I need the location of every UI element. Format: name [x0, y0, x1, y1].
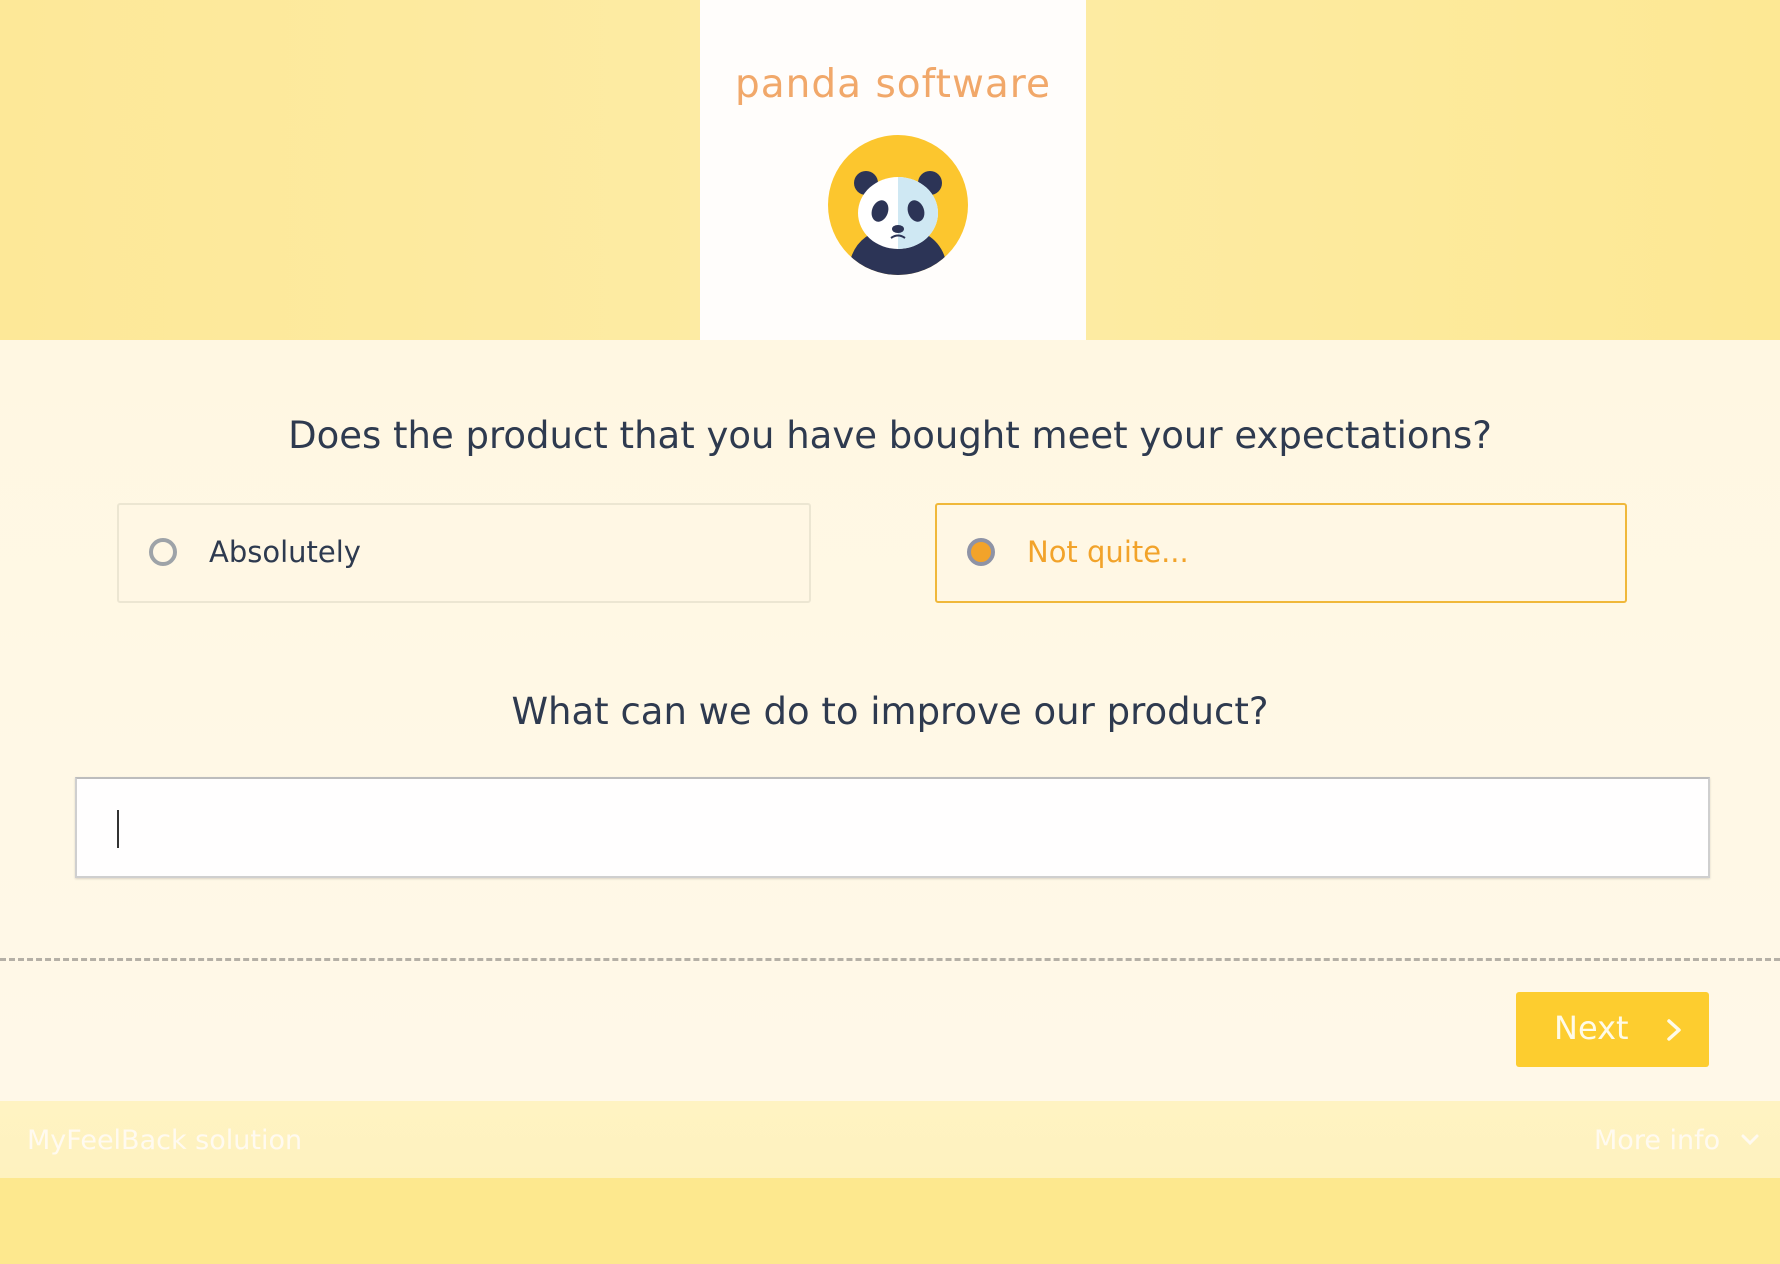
option-not-quite[interactable]: Not quite...	[935, 503, 1627, 603]
panda-face-icon	[828, 135, 968, 275]
question-2-title: What can we do to improve our product?	[511, 690, 1269, 733]
header-band: panda software	[0, 0, 1780, 340]
option-label: Not quite...	[1027, 535, 1189, 569]
radio-unchecked-icon[interactable]	[149, 538, 177, 566]
question-1-title: Does the product that you have bought me…	[288, 414, 1492, 457]
footer-bar: MyFeelBack solution More info	[0, 1101, 1780, 1178]
improvement-input[interactable]	[75, 777, 1710, 878]
brand-name: panda software	[735, 62, 1051, 107]
dashed-divider	[0, 958, 1780, 961]
bottom-band	[0, 1178, 1780, 1264]
text-caret	[117, 810, 119, 848]
chevron-right-icon	[1667, 1019, 1681, 1041]
more-info-toggle[interactable]: More info	[1594, 1125, 1720, 1156]
footer-brand-link[interactable]: MyFeelBack solution	[27, 1125, 302, 1156]
radio-checked-icon[interactable]	[967, 538, 995, 566]
chevron-down-icon[interactable]	[1740, 1133, 1760, 1147]
option-absolutely[interactable]: Absolutely	[117, 503, 811, 603]
survey-panel: Does the product that you have bought me…	[0, 340, 1780, 1101]
next-button-label: Next	[1554, 1009, 1629, 1047]
option-label: Absolutely	[209, 535, 361, 569]
next-button[interactable]: Next	[1516, 992, 1709, 1067]
brand-logo: panda software	[700, 0, 1086, 340]
